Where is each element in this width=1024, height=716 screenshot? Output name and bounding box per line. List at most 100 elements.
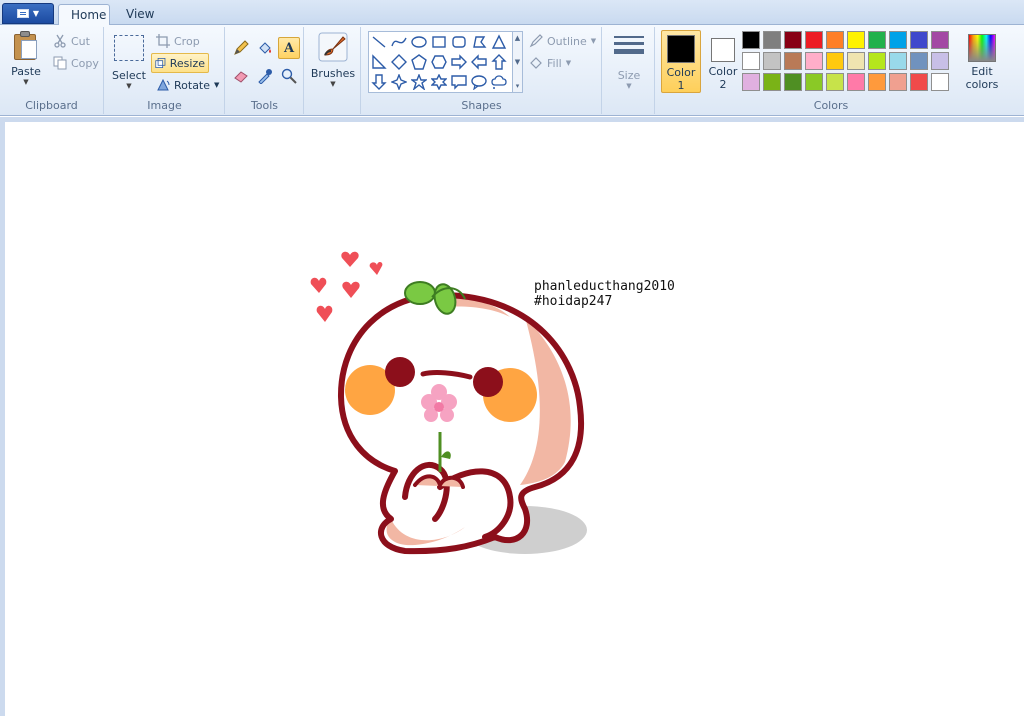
right-arrow-shape-icon — [451, 54, 467, 70]
select-button[interactable]: Select ▼ — [111, 31, 147, 90]
shape-five-point-star[interactable] — [409, 72, 429, 92]
shape-triangle[interactable] — [489, 32, 509, 52]
six-point-star-shape-icon — [431, 74, 447, 90]
select-label: Select — [112, 69, 146, 82]
resize-button[interactable]: Resize — [151, 53, 209, 73]
palette-color-5[interactable] — [847, 31, 865, 49]
color1-label: Color 1 — [666, 66, 696, 92]
palette-color-7[interactable] — [889, 31, 907, 49]
palette-color-1[interactable] — [763, 31, 781, 49]
palette-color-24[interactable] — [826, 73, 844, 91]
palette-color-15[interactable] — [847, 52, 865, 70]
palette-color-9[interactable] — [931, 31, 949, 49]
palette-color-19[interactable] — [931, 52, 949, 70]
text-tool[interactable]: A — [278, 37, 300, 59]
color2-swatch — [711, 38, 735, 62]
pencil-tool[interactable] — [230, 37, 252, 59]
brushes-button[interactable]: Brushes ▼ — [309, 31, 357, 88]
shape-cloud-callout[interactable] — [489, 72, 509, 92]
palette-color-17[interactable] — [889, 52, 907, 70]
character-drawing — [310, 251, 587, 555]
palette-color-28[interactable] — [910, 73, 928, 91]
palette-color-3[interactable] — [805, 31, 823, 49]
palette-color-14[interactable] — [826, 52, 844, 70]
cut-button[interactable]: Cut — [50, 31, 93, 51]
app-menu-button[interactable]: ▼ — [2, 3, 54, 24]
image-group-label: Image — [147, 99, 182, 112]
outline-button[interactable]: Outline ▼ — [526, 31, 599, 51]
palette-color-18[interactable] — [910, 52, 928, 70]
color2-button[interactable]: Color 2 — [703, 30, 743, 93]
right-eye — [473, 367, 503, 397]
shapes-gallery-scrollbar[interactable]: ▲ ▼ ▾ — [513, 31, 523, 93]
shape-hexagon[interactable] — [429, 52, 449, 72]
shape-curve[interactable] — [389, 32, 409, 52]
shape-oval-callout[interactable] — [469, 72, 489, 92]
fill-button[interactable]: Fill ▼ — [526, 53, 574, 73]
shape-down-arrow[interactable] — [369, 72, 389, 92]
palette-color-10[interactable] — [742, 52, 760, 70]
color-picker-tool[interactable] — [254, 65, 276, 87]
shape-rectangle[interactable] — [429, 32, 449, 52]
pencil-icon — [234, 40, 249, 55]
scroll-up-icon[interactable]: ▲ — [515, 34, 520, 42]
copy-button[interactable]: Copy — [50, 53, 102, 73]
shape-up-arrow[interactable] — [489, 52, 509, 72]
tab-view[interactable]: View — [114, 4, 166, 26]
image-group: Select ▼ Crop Resize Rotate ▼ Image — [105, 27, 225, 114]
shape-pentagon[interactable] — [409, 52, 429, 72]
shape-right-arrow[interactable] — [449, 52, 469, 72]
palette-color-26[interactable] — [868, 73, 886, 91]
palette-color-16[interactable] — [868, 52, 886, 70]
scroll-down-icon[interactable]: ▼ — [515, 58, 520, 66]
outline-label: Outline — [547, 34, 587, 48]
rotate-button[interactable]: Rotate ▼ — [153, 75, 222, 95]
palette-color-8[interactable] — [910, 31, 928, 49]
color1-button[interactable]: Color 1 — [661, 30, 701, 93]
palette-color-27[interactable] — [889, 73, 907, 91]
palette-color-13[interactable] — [805, 52, 823, 70]
shape-diamond[interactable] — [389, 52, 409, 72]
shape-left-arrow[interactable] — [469, 52, 489, 72]
color1-swatch — [667, 35, 695, 63]
resize-icon — [155, 58, 166, 68]
tab-home[interactable]: Home — [58, 4, 110, 26]
rotate-label: Rotate — [174, 78, 211, 92]
palette-color-21[interactable] — [763, 73, 781, 91]
edit-colors-label: Edit colors — [965, 65, 999, 91]
paste-label: Paste — [11, 65, 41, 78]
shape-six-point-star[interactable] — [429, 72, 449, 92]
shape-rounded-rectangle[interactable] — [449, 32, 469, 52]
fill-tool[interactable] — [254, 37, 276, 59]
drawing-canvas[interactable]: phanleducthang2010 #hoidap247 — [5, 122, 1024, 716]
brushes-group: Brushes ▼ — [305, 27, 361, 114]
shape-line[interactable] — [369, 32, 389, 52]
eraser-tool[interactable] — [230, 65, 252, 87]
magnifier-tool[interactable] — [278, 65, 300, 87]
shape-rect-callout[interactable] — [449, 72, 469, 92]
palette-color-20[interactable] — [742, 73, 760, 91]
palette-color-25[interactable] — [847, 73, 865, 91]
shape-polygon[interactable] — [469, 32, 489, 52]
shape-four-point-star[interactable] — [389, 72, 409, 92]
fill-icon — [530, 57, 542, 69]
palette-color-29[interactable] — [931, 73, 949, 91]
palette-color-0[interactable] — [742, 31, 760, 49]
shape-right-triangle[interactable] — [369, 52, 389, 72]
palette-color-22[interactable] — [784, 73, 802, 91]
palette-color-2[interactable] — [784, 31, 802, 49]
triangle-shape-icon — [491, 34, 507, 49]
shape-oval[interactable] — [409, 32, 429, 52]
paste-button[interactable]: Paste ▼ — [6, 31, 46, 86]
palette-color-6[interactable] — [868, 31, 886, 49]
palette-color-4[interactable] — [826, 31, 844, 49]
edit-colors-button[interactable]: Edit colors — [963, 30, 1001, 93]
gallery-expand-icon[interactable]: ▾ — [516, 82, 520, 90]
size-button[interactable]: Size ▼ — [609, 31, 649, 90]
chevron-down-icon: ▼ — [565, 59, 572, 67]
palette-color-11[interactable] — [763, 52, 781, 70]
palette-color-12[interactable] — [784, 52, 802, 70]
crop-label: Crop — [174, 34, 200, 48]
crop-button[interactable]: Crop — [153, 31, 203, 51]
palette-color-23[interactable] — [805, 73, 823, 91]
